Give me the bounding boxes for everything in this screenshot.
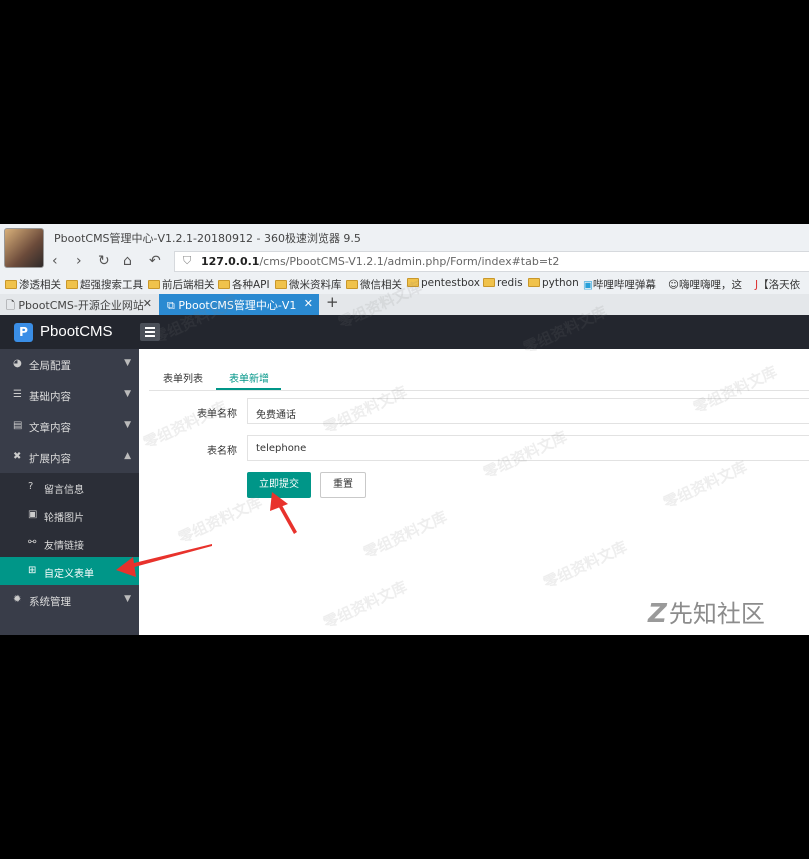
annotation-arrows	[116, 492, 297, 577]
screenshot-area: PbootCMS管理中心-V1.2.1-20180912 - 360极速浏览器 …	[0, 224, 809, 635]
annotation-arrow-sidebar	[116, 544, 212, 577]
annotation-arrow-submit	[270, 492, 297, 534]
user-avatar[interactable]	[4, 228, 44, 268]
